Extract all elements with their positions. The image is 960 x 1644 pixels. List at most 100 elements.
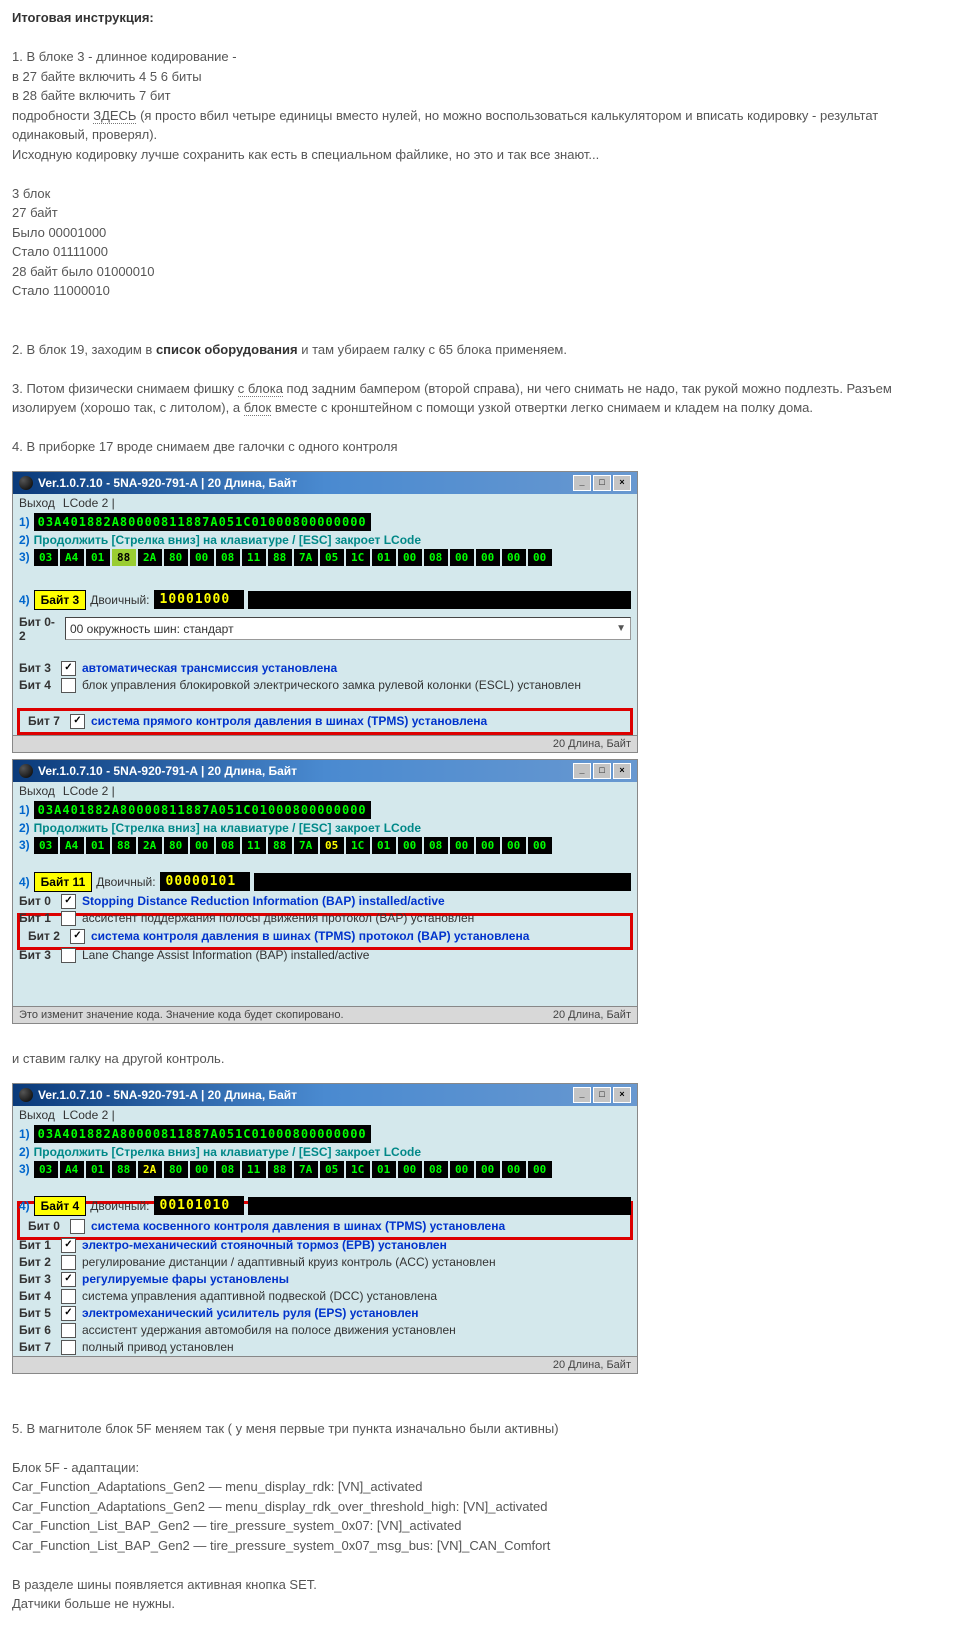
byte-9[interactable]: 88 xyxy=(268,1161,292,1178)
byte-11[interactable]: 05 xyxy=(320,549,344,566)
byte-19[interactable]: 00 xyxy=(528,549,552,566)
dropdown-bits02[interactable]: 00 окружность шин: стандарт▼ xyxy=(65,617,631,640)
text: Исходную кодировку лучше сохранить как е… xyxy=(12,145,948,165)
maximize-icon[interactable]: □ xyxy=(593,475,611,491)
checkbox-bit5[interactable]: ✓ xyxy=(61,1306,76,1321)
byte-13[interactable]: 01 xyxy=(372,837,396,854)
checkbox-bit2[interactable]: ✓ xyxy=(70,929,85,944)
byte-9[interactable]: 88 xyxy=(268,837,292,854)
maximize-icon[interactable]: □ xyxy=(593,763,611,779)
menu-lcode[interactable]: LCode 2 | xyxy=(63,496,115,510)
byte-5[interactable]: 80 xyxy=(164,1161,188,1178)
text: В разделе шины появляется активная кнопк… xyxy=(12,1575,948,1595)
byte-14[interactable]: 00 xyxy=(398,1161,422,1178)
link-details[interactable]: ЗДЕСЬ xyxy=(93,108,136,124)
byte-11[interactable]: 05 xyxy=(320,837,344,854)
link-block[interactable]: с блока xyxy=(238,381,283,397)
byte-0[interactable]: 03 xyxy=(34,1161,58,1178)
checkbox-bit3[interactable] xyxy=(61,948,76,963)
close-icon[interactable]: × xyxy=(613,1087,631,1103)
byte-5[interactable]: 80 xyxy=(164,549,188,566)
byte-6[interactable]: 00 xyxy=(190,837,214,854)
checkbox-bit3[interactable]: ✓ xyxy=(61,1272,76,1287)
byte-8[interactable]: 11 xyxy=(242,837,266,854)
byte-0[interactable]: 03 xyxy=(34,549,58,566)
checkbox-bit2[interactable] xyxy=(61,1255,76,1270)
byte-13[interactable]: 01 xyxy=(372,1161,396,1178)
byte-19[interactable]: 00 xyxy=(528,1161,552,1178)
text: Было 00001000 xyxy=(12,223,948,243)
minimize-icon[interactable]: _ xyxy=(573,475,591,491)
maximize-icon[interactable]: □ xyxy=(593,1087,611,1103)
byte-10[interactable]: 7A xyxy=(294,837,318,854)
byte-1[interactable]: A4 xyxy=(60,1161,84,1178)
checkbox-bit1[interactable] xyxy=(61,911,76,926)
byte-1[interactable]: A4 xyxy=(60,549,84,566)
text: 3 блок xyxy=(12,184,948,204)
byte-19[interactable]: 00 xyxy=(528,837,552,854)
menu-exit[interactable]: Выход xyxy=(19,784,55,798)
menu-lcode[interactable]: LCode 2 | xyxy=(63,784,115,798)
byte-3[interactable]: 88 xyxy=(112,837,136,854)
byte-14[interactable]: 00 xyxy=(398,549,422,566)
byte-15[interactable]: 08 xyxy=(424,549,448,566)
byte-17[interactable]: 00 xyxy=(476,1161,500,1178)
close-icon[interactable]: × xyxy=(613,475,631,491)
byte-16[interactable]: 00 xyxy=(450,549,474,566)
checkbox-bit1[interactable]: ✓ xyxy=(61,1238,76,1253)
byte-2[interactable]: 01 xyxy=(86,1161,110,1178)
byte-13[interactable]: 01 xyxy=(372,549,396,566)
byte-0[interactable]: 03 xyxy=(34,837,58,854)
link-block2[interactable]: блок xyxy=(244,400,272,416)
byte-7[interactable]: 08 xyxy=(216,549,240,566)
byte-6[interactable]: 00 xyxy=(190,1161,214,1178)
byte-4[interactable]: 2A xyxy=(138,837,162,854)
checkbox-bit6[interactable] xyxy=(61,1323,76,1338)
checkbox-bit4[interactable] xyxy=(61,678,76,693)
byte-18[interactable]: 00 xyxy=(502,837,526,854)
menu-exit[interactable]: Выход xyxy=(19,496,55,510)
minimize-icon[interactable]: _ xyxy=(573,1087,591,1103)
byte-7[interactable]: 08 xyxy=(216,837,240,854)
byte-10[interactable]: 7A xyxy=(294,549,318,566)
byte-3[interactable]: 88 xyxy=(112,1161,136,1178)
menu-lcode[interactable]: LCode 2 | xyxy=(63,1108,115,1122)
byte-14[interactable]: 00 xyxy=(398,837,422,854)
minimize-icon[interactable]: _ xyxy=(573,763,591,779)
byte-12[interactable]: 1C xyxy=(346,837,370,854)
byte-8[interactable]: 11 xyxy=(242,549,266,566)
byte-9[interactable]: 88 xyxy=(268,549,292,566)
byte-3[interactable]: 88 xyxy=(112,549,136,566)
byte-6[interactable]: 00 xyxy=(190,549,214,566)
text: в 27 байте включить 4 5 6 биты xyxy=(12,67,948,87)
checkbox-bit3[interactable]: ✓ xyxy=(61,661,76,676)
checkbox-bit7[interactable]: ✓ xyxy=(70,714,85,729)
byte-12[interactable]: 1C xyxy=(346,549,370,566)
byte-7[interactable]: 08 xyxy=(216,1161,240,1178)
byte-1[interactable]: A4 xyxy=(60,837,84,854)
byte-15[interactable]: 08 xyxy=(424,1161,448,1178)
byte-16[interactable]: 00 xyxy=(450,1161,474,1178)
byte-4[interactable]: 2A xyxy=(138,549,162,566)
text: Стало 11000010 xyxy=(12,281,948,301)
checkbox-bit0[interactable] xyxy=(70,1219,85,1234)
byte-18[interactable]: 00 xyxy=(502,549,526,566)
checkbox-bit4[interactable] xyxy=(61,1289,76,1304)
byte-17[interactable]: 00 xyxy=(476,837,500,854)
byte-2[interactable]: 01 xyxy=(86,549,110,566)
byte-10[interactable]: 7A xyxy=(294,1161,318,1178)
byte-5[interactable]: 80 xyxy=(164,837,188,854)
byte-4[interactable]: 2A xyxy=(138,1161,162,1178)
checkbox-bit0[interactable]: ✓ xyxy=(61,894,76,909)
close-icon[interactable]: × xyxy=(613,763,631,779)
byte-18[interactable]: 00 xyxy=(502,1161,526,1178)
byte-15[interactable]: 08 xyxy=(424,837,448,854)
byte-17[interactable]: 00 xyxy=(476,549,500,566)
checkbox-bit7[interactable] xyxy=(61,1340,76,1355)
menu-exit[interactable]: Выход xyxy=(19,1108,55,1122)
byte-16[interactable]: 00 xyxy=(450,837,474,854)
byte-12[interactable]: 1C xyxy=(346,1161,370,1178)
byte-8[interactable]: 11 xyxy=(242,1161,266,1178)
byte-2[interactable]: 01 xyxy=(86,837,110,854)
byte-11[interactable]: 05 xyxy=(320,1161,344,1178)
